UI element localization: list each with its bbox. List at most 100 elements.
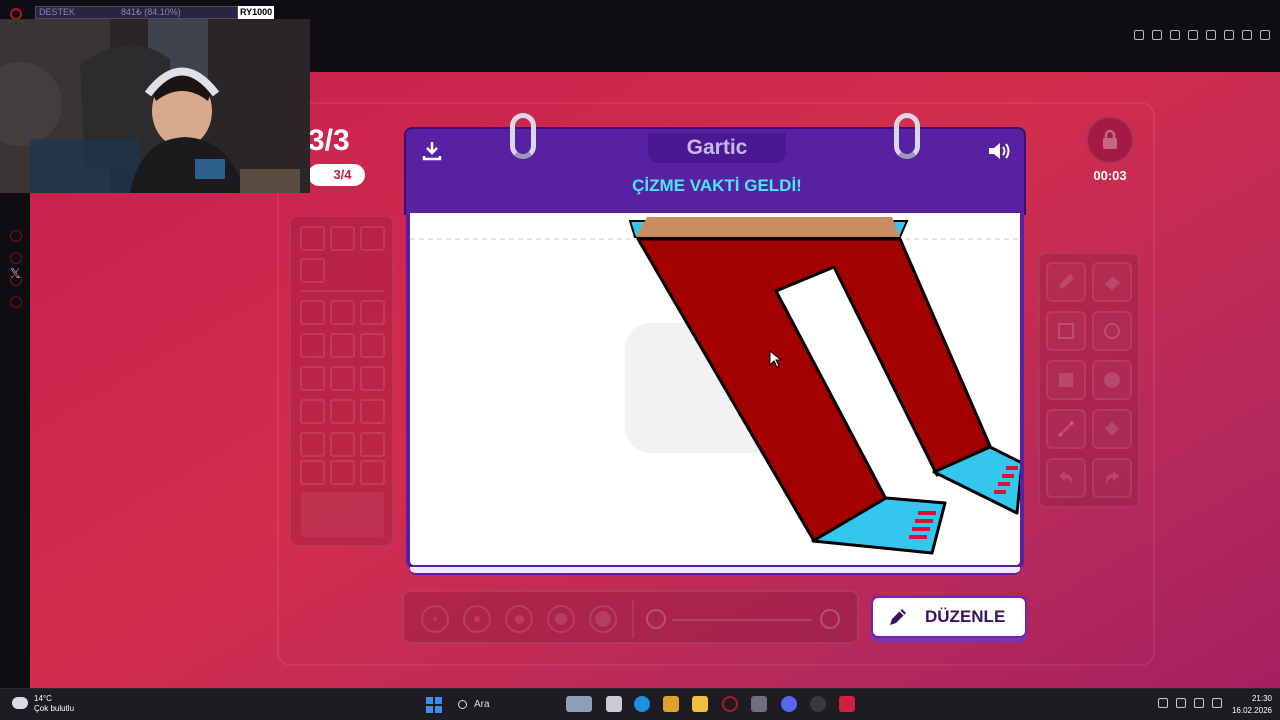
rect-fill-tool[interactable] — [1046, 360, 1086, 400]
file-explorer-icon[interactable] — [692, 696, 708, 712]
drawing-canvas[interactable] — [406, 213, 1024, 569]
layer-slot[interactable] — [300, 258, 325, 283]
circle-outline-tool[interactable] — [1092, 311, 1132, 351]
sidebar-player-icon[interactable] — [10, 230, 22, 242]
weather-widget[interactable]: 14°C Çok bulutlu — [34, 694, 74, 714]
palette-slot[interactable] — [360, 333, 385, 358]
volume-icon[interactable] — [986, 139, 1012, 163]
lock-button[interactable] — [1086, 116, 1134, 164]
network-icon[interactable] — [1194, 698, 1204, 708]
weather-cloud-icon — [12, 697, 28, 709]
extension-icon[interactable] — [1134, 30, 1144, 40]
menu-icon[interactable] — [1260, 30, 1270, 40]
eraser-tool[interactable] — [1092, 262, 1132, 302]
palette-slot[interactable] — [360, 460, 385, 485]
brush-size-4[interactable] — [547, 605, 575, 633]
edit-button-label: DÜZENLE — [925, 607, 1006, 626]
clock-date: 16.02.2026 — [1231, 706, 1272, 715]
weather-temp: 14°C — [34, 694, 52, 703]
control-divider — [632, 600, 634, 638]
palette-slot[interactable] — [330, 460, 355, 485]
fill-bucket-tool[interactable] — [1092, 409, 1132, 449]
brush-size-5[interactable] — [589, 605, 617, 633]
copilot-icon[interactable] — [663, 696, 679, 712]
opera-gx-icon[interactable] — [722, 696, 738, 712]
layer-slot[interactable] — [300, 226, 325, 251]
undo-icon — [1059, 471, 1073, 484]
browser-toolbar-icons — [1134, 30, 1270, 40]
tray-chevron-icon[interactable] — [1158, 698, 1168, 708]
layer-slot[interactable] — [360, 226, 385, 251]
redo-icon — [1105, 471, 1119, 484]
palette-slot[interactable] — [300, 460, 325, 485]
panel-divider — [301, 290, 383, 292]
circle-fill-tool[interactable] — [1092, 360, 1132, 400]
brush-size-2[interactable] — [463, 605, 491, 633]
palette-slot[interactable] — [330, 366, 355, 391]
custom-color-slot[interactable] — [301, 492, 384, 537]
app-icon[interactable] — [839, 696, 855, 712]
layer-slot[interactable] — [330, 226, 355, 251]
rect-outline-icon — [1058, 323, 1074, 339]
windows-start-icon[interactable] — [426, 697, 442, 713]
edit-button[interactable]: DÜZENLE — [871, 596, 1027, 638]
turn-counter-badge: 3/4 — [308, 164, 365, 186]
clock-time: 21:30 — [1251, 694, 1272, 703]
discord-icon[interactable] — [781, 696, 797, 712]
sidebar-history-icon[interactable] — [10, 252, 22, 264]
obs-icon[interactable] — [810, 696, 826, 712]
rect-outline-tool[interactable] — [1046, 311, 1086, 351]
aria-icon[interactable] — [1242, 30, 1252, 40]
palette-slot[interactable] — [300, 399, 325, 424]
palette-slot[interactable] — [300, 432, 325, 457]
palette-slot[interactable] — [360, 300, 385, 325]
redo-tool[interactable] — [1092, 458, 1132, 498]
undo-tool[interactable] — [1046, 458, 1086, 498]
search-highlight-icon[interactable] — [566, 696, 592, 712]
notebook-header: Gartic ÇİZME VAKTİ GELDİ! — [404, 127, 1026, 215]
palette-slot[interactable] — [330, 432, 355, 457]
drawing-notebook: Gartic ÇİZME VAKTİ GELDİ! — [404, 113, 1026, 578]
task-view-icon[interactable] — [606, 696, 622, 712]
palette-slot[interactable] — [330, 333, 355, 358]
donation-progress-bar: DESTEK 841₺ (84.10%) — [35, 6, 238, 19]
palette-slot[interactable] — [330, 399, 355, 424]
windows-taskbar: 14°C Çok bulutlu Ara 21:30 16.02.2026 — [0, 688, 1280, 720]
tools-panel — [1038, 252, 1140, 508]
palette-slot[interactable] — [300, 366, 325, 391]
snapshot-icon[interactable] — [1152, 30, 1162, 40]
brush-size-3[interactable] — [505, 605, 533, 633]
brush-size-1[interactable] — [421, 605, 449, 633]
palette-slot[interactable] — [360, 366, 385, 391]
donation-value: 841₺ (84.10%) — [121, 7, 181, 17]
steam-icon[interactable] — [751, 696, 767, 712]
microphone-icon[interactable] — [1176, 698, 1186, 708]
drawing-artwork — [410, 217, 1020, 555]
brush-size-controls — [402, 590, 859, 644]
round-counter: 3/3 — [308, 124, 350, 157]
palette-slot[interactable] — [360, 399, 385, 424]
download-icon[interactable] — [420, 139, 444, 163]
palette-slot[interactable] — [360, 432, 385, 457]
pencil-tool[interactable] — [1046, 262, 1086, 302]
download-icon[interactable] — [1224, 30, 1234, 40]
rect-fill-icon — [1059, 373, 1073, 387]
taskbar-clock[interactable]: 21:30 16.02.2026 — [1232, 693, 1272, 717]
waistband — [636, 217, 900, 237]
opacity-slider-knob[interactable] — [820, 609, 840, 629]
sidebar-extensions-icon[interactable] — [10, 274, 22, 286]
edge-icon[interactable] — [634, 696, 650, 712]
sidebar-settings-icon[interactable] — [10, 296, 22, 308]
lock-icon — [1103, 129, 1117, 149]
palette-slot[interactable] — [330, 300, 355, 325]
vpn-icon[interactable] — [1170, 30, 1180, 40]
player-icon[interactable] — [1188, 30, 1198, 40]
palette-slot[interactable] — [300, 333, 325, 358]
opacity-slider-track[interactable] — [672, 619, 812, 621]
speaker-icon[interactable] — [1212, 698, 1222, 708]
pencil-icon — [1059, 274, 1074, 289]
palette-slot[interactable] — [300, 300, 325, 325]
line-tool[interactable] — [1046, 409, 1086, 449]
battery-icon[interactable] — [1206, 30, 1216, 40]
opacity-slider-min[interactable] — [646, 609, 666, 629]
